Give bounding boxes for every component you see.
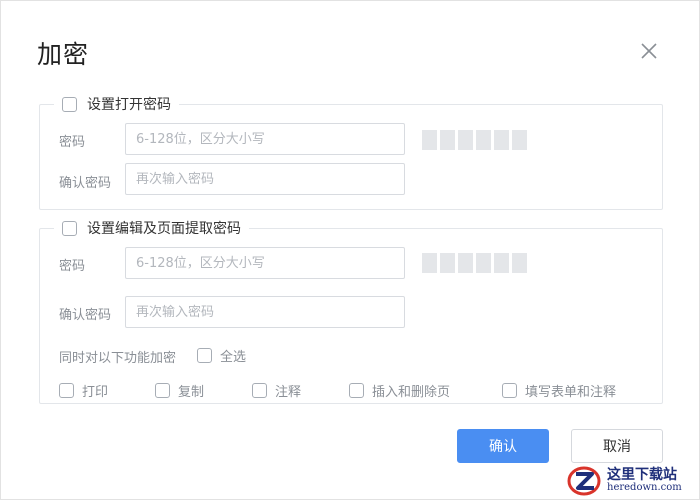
permission-fill-forms-label: 填写表单和注释 <box>525 385 617 400</box>
permission-copy-label: 复制 <box>178 385 205 400</box>
open-password-checkbox-label: 设置打开密码 <box>87 97 171 113</box>
permission-fill-forms[interactable]: 填写表单和注释 <box>502 381 616 400</box>
select-all-option[interactable]: 全选 <box>197 346 246 365</box>
open-password-strength-meter <box>422 130 527 150</box>
watermark-cn-text: 这里下载站 <box>607 467 677 484</box>
open-confirm-password-input[interactable] <box>125 163 405 195</box>
open-password-checkbox[interactable] <box>62 96 77 112</box>
permission-annotate-label: 注释 <box>275 385 302 400</box>
site-watermark: 这里下载站 heredown.com <box>567 461 700 500</box>
permission-insert-delete-pages[interactable]: 插入和删除页 <box>349 381 450 400</box>
edit-password-input[interactable] <box>125 247 405 279</box>
permission-print[interactable]: 打印 <box>59 381 108 400</box>
edit-password-legend: 设置编辑及页面提取密码 <box>54 218 249 238</box>
permission-annotate-checkbox[interactable] <box>252 383 267 398</box>
permission-print-label: 打印 <box>82 385 109 400</box>
select-all-label: 全选 <box>220 350 247 365</box>
edit-password-checkbox-label: 设置编辑及页面提取密码 <box>87 221 241 237</box>
close-icon[interactable] <box>637 39 661 63</box>
open-password-legend: 设置打开密码 <box>54 94 179 114</box>
permission-copy[interactable]: 复制 <box>155 381 204 400</box>
dialog-title: 加密 <box>37 40 90 69</box>
permission-insert-delete-checkbox[interactable] <box>349 383 364 398</box>
edit-password-label: 密码 <box>59 259 86 274</box>
permission-copy-checkbox[interactable] <box>155 383 170 398</box>
permission-fill-forms-checkbox[interactable] <box>502 383 517 398</box>
edit-confirm-label: 确认密码 <box>59 308 112 323</box>
open-confirm-label: 确认密码 <box>59 176 112 191</box>
permission-print-checkbox[interactable] <box>59 383 74 398</box>
encrypt-dialog: 加密 设置打开密码 密码 确认密码 设置编辑及页面提取密码 密码 确认密码 同时… <box>0 0 700 500</box>
open-password-input[interactable] <box>125 123 405 155</box>
edit-confirm-password-input[interactable] <box>125 296 405 328</box>
encrypt-features-label: 同时对以下功能加密 <box>59 351 177 366</box>
permission-insert-delete-label: 插入和删除页 <box>372 385 451 400</box>
watermark-logo-icon <box>567 466 601 496</box>
select-all-checkbox[interactable] <box>197 348 212 363</box>
edit-password-strength-meter <box>422 253 527 273</box>
watermark-text: 这里下载站 heredown.com <box>607 468 682 493</box>
permission-annotate[interactable]: 注释 <box>252 381 301 400</box>
confirm-button[interactable]: 确认 <box>457 429 549 463</box>
cancel-button[interactable]: 取消 <box>571 429 663 463</box>
edit-password-checkbox[interactable] <box>62 220 77 236</box>
open-password-label: 密码 <box>59 135 86 150</box>
watermark-en-text: heredown.com <box>607 482 682 494</box>
